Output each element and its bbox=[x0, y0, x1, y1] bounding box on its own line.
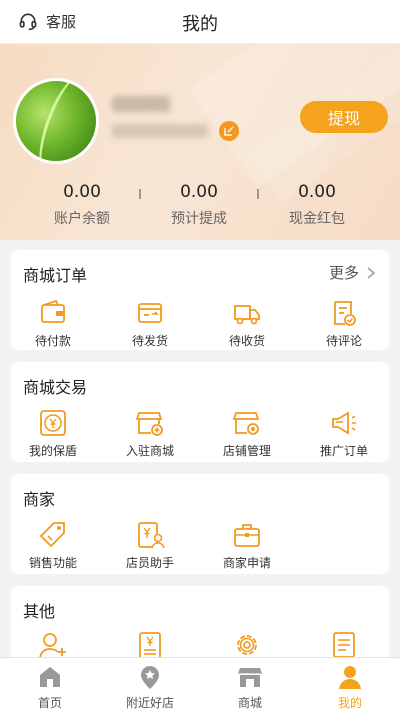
edit-profile-button[interactable] bbox=[219, 121, 239, 141]
nav-label: 附近好店 bbox=[125, 696, 174, 710]
nav-label: 首页 bbox=[37, 696, 62, 710]
item-label: 待收货 bbox=[228, 334, 265, 348]
other-yen-doc[interactable] bbox=[105, 630, 195, 660]
chevron-right-icon bbox=[367, 266, 376, 279]
other-settings[interactable] bbox=[202, 630, 292, 660]
tag-icon bbox=[39, 522, 65, 548]
nav-nearby[interactable]: 附近好店 bbox=[100, 664, 200, 711]
page-title: 我的 bbox=[182, 14, 218, 35]
bottom-nav: 首页 附近好店 商城 我的 bbox=[0, 657, 400, 711]
item-label: 待评论 bbox=[325, 334, 362, 348]
store-icon bbox=[238, 668, 262, 687]
nav-home[interactable]: 首页 bbox=[0, 664, 100, 711]
home-icon bbox=[40, 667, 60, 687]
review-icon bbox=[334, 301, 356, 326]
yen-shield-icon bbox=[40, 410, 66, 436]
edit-icon bbox=[224, 126, 234, 136]
item-label: 入驻商城 bbox=[125, 444, 174, 458]
order-pending-review[interactable]: 待评论 bbox=[299, 298, 389, 349]
stat-value: 0.00 bbox=[298, 182, 336, 202]
clerk-icon bbox=[138, 522, 165, 549]
section-title: 商家 bbox=[23, 490, 56, 509]
store-add-icon bbox=[135, 412, 163, 436]
sales-function[interactable]: 销售功能 bbox=[8, 520, 98, 571]
stat-label: 现金红包 bbox=[289, 211, 345, 227]
stat-value: 0.00 bbox=[180, 182, 218, 202]
card-icon bbox=[138, 303, 162, 323]
wallet-icon bbox=[41, 299, 65, 323]
top-bar: 客服 我的 bbox=[0, 0, 400, 44]
user-name-blurred bbox=[112, 96, 170, 112]
merchant-card: 商家 销售功能 店员助手 商家申请 bbox=[11, 474, 389, 574]
profile-header: 提现 0.00 账户余额 0.00 预计提成 0.00 现金红包 bbox=[0, 44, 400, 240]
merchant-application[interactable]: 商家申请 bbox=[202, 520, 292, 571]
item-label: 待发货 bbox=[131, 334, 168, 348]
order-pending-receive[interactable]: 待收货 bbox=[202, 298, 292, 349]
stat-commission[interactable]: 0.00 预计提成 bbox=[139, 182, 259, 228]
stat-label: 账户余额 bbox=[54, 211, 110, 227]
clerk-assistant[interactable]: 店员助手 bbox=[105, 520, 195, 571]
more-label: 更多 bbox=[328, 264, 359, 282]
store-manage-icon bbox=[232, 412, 260, 435]
megaphone-icon bbox=[332, 411, 356, 435]
user-phone-blurred bbox=[112, 124, 208, 138]
mall-trade-card: 商城交易 我的保盾 入驻商城 店铺管理 推广订单 bbox=[11, 362, 389, 462]
my-guarantee[interactable]: 我的保盾 bbox=[8, 408, 98, 459]
item-label: 商家申请 bbox=[222, 556, 271, 570]
item-label: 推广订单 bbox=[319, 444, 368, 458]
gear-icon bbox=[237, 635, 257, 655]
item-label: 店铺管理 bbox=[222, 444, 271, 458]
briefcase-icon bbox=[234, 524, 260, 547]
stat-label: 预计提成 bbox=[171, 211, 227, 227]
more-link[interactable]: 更多 bbox=[329, 262, 377, 283]
add-user-icon bbox=[39, 633, 66, 659]
section-title: 其他 bbox=[23, 602, 56, 621]
user-icon bbox=[339, 666, 361, 689]
other-add-user[interactable] bbox=[8, 630, 98, 660]
location-star-icon bbox=[141, 666, 159, 689]
store-management[interactable]: 店铺管理 bbox=[202, 408, 292, 459]
yen-doc-icon bbox=[139, 632, 161, 659]
promotion-orders[interactable]: 推广订单 bbox=[299, 408, 389, 459]
item-label: 待付款 bbox=[34, 334, 71, 348]
list-icon bbox=[333, 632, 355, 658]
withdraw-button[interactable]: 提现 bbox=[300, 101, 388, 133]
nav-mall[interactable]: 商城 bbox=[200, 664, 300, 711]
avatar[interactable] bbox=[13, 78, 99, 164]
section-title: 商城订单 bbox=[23, 266, 88, 285]
section-title: 商城交易 bbox=[23, 378, 88, 397]
order-pending-ship[interactable]: 待发货 bbox=[105, 298, 195, 349]
stat-red-packet[interactable]: 0.00 现金红包 bbox=[257, 182, 377, 228]
truck-icon bbox=[234, 305, 260, 325]
item-label: 我的保盾 bbox=[28, 444, 77, 458]
item-label: 销售功能 bbox=[28, 556, 77, 570]
nav-mine[interactable]: 我的 bbox=[300, 664, 400, 711]
item-label: 店员助手 bbox=[125, 556, 174, 570]
order-pending-payment[interactable]: 待付款 bbox=[8, 298, 98, 349]
mall-orders-card: 商城订单 更多 待付款 待发货 待收货 待评论 bbox=[11, 250, 389, 350]
stat-balance[interactable]: 0.00 账户余额 bbox=[22, 182, 142, 228]
nav-label: 我的 bbox=[337, 696, 362, 710]
stat-value: 0.00 bbox=[63, 182, 101, 202]
other-list[interactable] bbox=[299, 630, 389, 660]
nav-label: 商城 bbox=[237, 696, 262, 710]
join-mall[interactable]: 入驻商城 bbox=[105, 408, 195, 459]
